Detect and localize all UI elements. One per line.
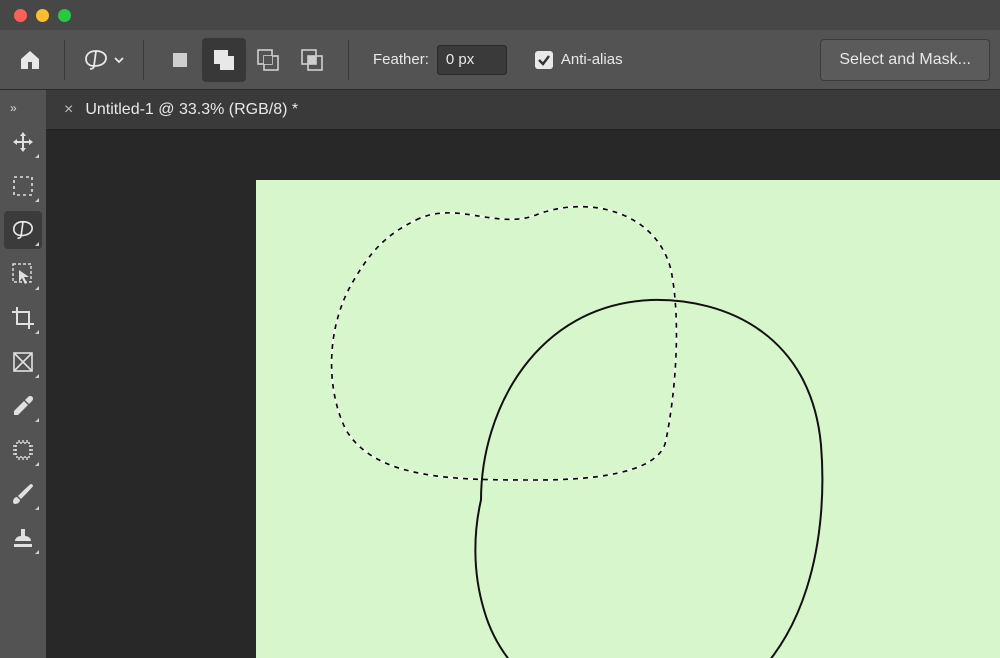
crop-icon (11, 306, 35, 330)
flyout-indicator-icon (35, 242, 39, 246)
chevron-down-icon (113, 54, 125, 66)
canvas-viewport[interactable] (46, 130, 1000, 658)
canvas[interactable] (256, 180, 1000, 658)
eyedropper-tool[interactable] (4, 387, 42, 425)
frame-icon (12, 351, 34, 373)
expand-panels-button[interactable]: » (0, 96, 46, 120)
subtract-from-selection-icon (256, 48, 280, 72)
select-and-mask-label: Select and Mask... (839, 51, 971, 69)
feather-input[interactable] (437, 45, 507, 75)
home-icon (18, 49, 42, 71)
feather-control: Feather: (373, 45, 507, 75)
move-icon (11, 130, 35, 154)
divider (143, 40, 144, 80)
window-titlebar (0, 0, 1000, 30)
intersect-with-selection-icon (300, 48, 324, 72)
document-tab-title: Untitled-1 @ 33.3% (RGB/8) * (85, 101, 298, 119)
anti-alias-control[interactable]: Anti-alias (535, 51, 623, 69)
select-and-mask-button[interactable]: Select and Mask... (820, 39, 990, 81)
clone-stamp-tool[interactable] (4, 519, 42, 557)
flyout-indicator-icon (35, 418, 39, 422)
document-tab-bar: × Untitled-1 @ 33.3% (RGB/8) * (46, 90, 1000, 130)
flyout-indicator-icon (35, 462, 39, 466)
flyout-indicator-icon (35, 154, 39, 158)
toolbox-panel: » (0, 90, 46, 658)
anti-alias-checkbox[interactable] (535, 51, 553, 69)
chip-icon (11, 438, 35, 462)
chip-tool[interactable] (4, 431, 42, 469)
stamp-icon (11, 526, 35, 550)
divider (348, 40, 349, 80)
minimize-window-button[interactable] (36, 9, 49, 22)
flyout-indicator-icon (35, 550, 39, 554)
subtract-from-selection-button[interactable] (246, 38, 290, 82)
brush-tool[interactable] (4, 475, 42, 513)
flyout-indicator-icon (35, 198, 39, 202)
new-selection-button[interactable] (158, 38, 202, 82)
flyout-indicator-icon (35, 374, 39, 378)
expand-icon: » (10, 101, 17, 115)
current-tool-indicator[interactable] (79, 48, 129, 72)
divider (64, 40, 65, 80)
add-to-selection-button[interactable] (202, 38, 246, 82)
object-selection-icon (11, 262, 35, 286)
checkmark-icon (537, 53, 551, 67)
lasso-icon (11, 219, 35, 241)
selection-mode-group (158, 38, 334, 82)
close-tab-button[interactable]: × (64, 101, 73, 119)
document-area: × Untitled-1 @ 33.3% (RGB/8) * (46, 90, 1000, 658)
options-bar: Feather: Anti-alias Select and Mask... (0, 30, 1000, 90)
intersect-with-selection-button[interactable] (290, 38, 334, 82)
move-tool[interactable] (4, 123, 42, 161)
add-to-selection-icon (212, 48, 236, 72)
flyout-indicator-icon (35, 330, 39, 334)
frame-tool[interactable] (4, 343, 42, 381)
document-tab[interactable]: × Untitled-1 @ 33.3% (RGB/8) * (46, 90, 316, 129)
maximize-window-button[interactable] (58, 9, 71, 22)
new-selection-icon (170, 50, 190, 70)
object-selection-tool[interactable] (4, 255, 42, 293)
crop-tool[interactable] (4, 299, 42, 337)
feather-label: Feather: (373, 51, 429, 68)
close-window-button[interactable] (14, 9, 27, 22)
lasso-icon (83, 48, 109, 72)
brush-icon (11, 482, 35, 506)
eyedropper-icon (12, 395, 34, 417)
flyout-indicator-icon (35, 286, 39, 290)
home-button[interactable] (10, 40, 50, 80)
anti-alias-label: Anti-alias (561, 51, 623, 68)
flyout-indicator-icon (35, 506, 39, 510)
work-area: » (0, 90, 1000, 658)
marquee-icon (12, 175, 34, 197)
rectangular-marquee-tool[interactable] (4, 167, 42, 205)
lasso-tool[interactable] (4, 211, 42, 249)
